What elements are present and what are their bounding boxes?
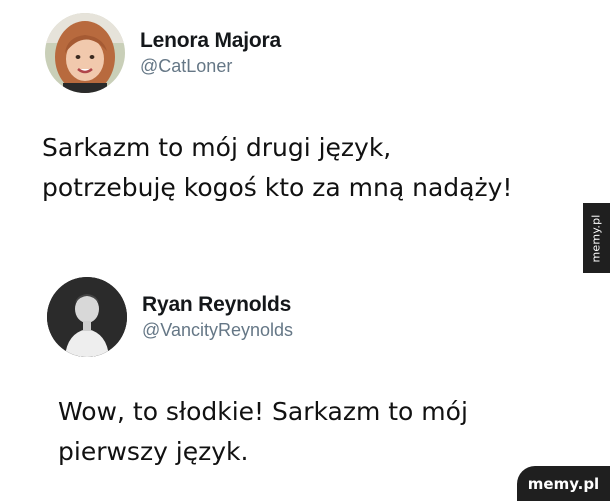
site-side-tab: memy.pl	[583, 203, 610, 273]
tweet-author: Lenora Majora @CatLoner	[140, 28, 281, 78]
tweet-header: Lenora Majora @CatLoner	[45, 13, 281, 93]
avatar-ryan-icon	[47, 277, 127, 357]
watermark-label: memy.pl	[527, 474, 600, 493]
author-name[interactable]: Ryan Reynolds	[142, 292, 293, 318]
tweet-author: Ryan Reynolds @VancityReynolds	[142, 292, 293, 342]
author-name[interactable]: Lenora Majora	[140, 28, 281, 54]
tweet-header: Ryan Reynolds @VancityReynolds	[47, 277, 293, 357]
site-watermark: memy.pl	[517, 466, 610, 501]
avatar-lenora-icon	[45, 13, 125, 93]
side-tab-label: memy.pl	[590, 213, 604, 263]
avatar[interactable]	[47, 277, 127, 357]
tweet-text: Sarkazm to mój drugi język, potrzebuję k…	[42, 133, 513, 202]
author-handle[interactable]: @CatLoner	[140, 54, 281, 78]
author-handle[interactable]: @VancityReynolds	[142, 318, 293, 342]
avatar[interactable]	[45, 13, 125, 93]
tweet-text: Wow, to słodkie! Sarkazm to mój pierwszy…	[58, 397, 468, 466]
